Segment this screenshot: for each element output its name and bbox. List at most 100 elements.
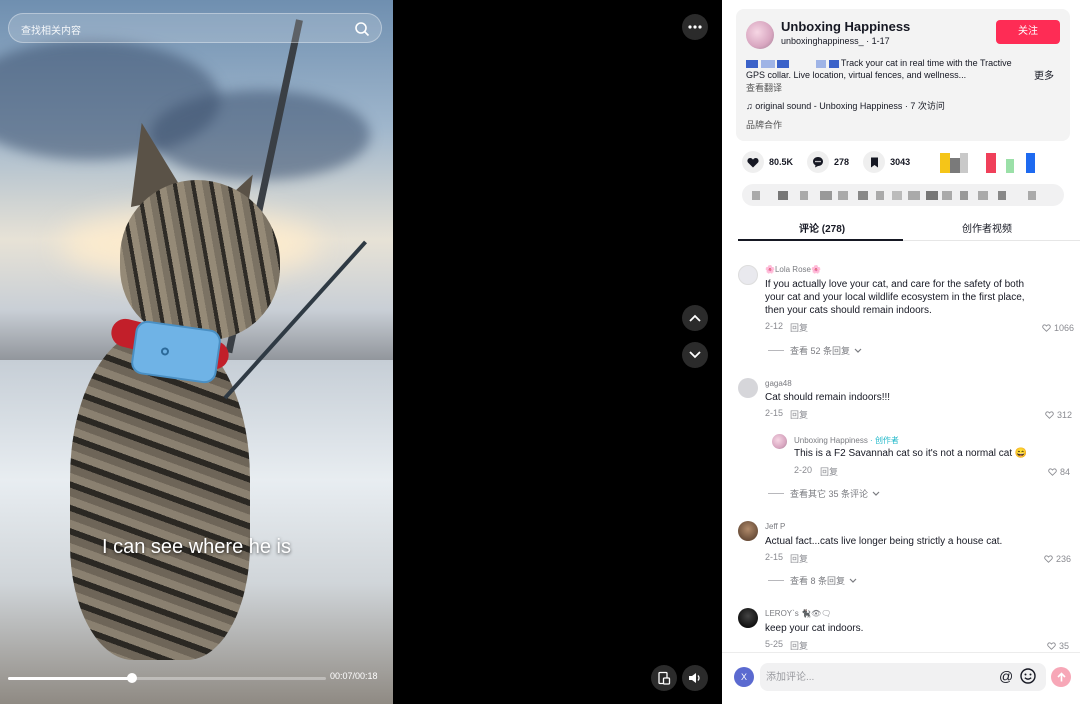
comment-button[interactable]: 278	[807, 151, 849, 173]
view-replies-label: 查看其它 35 条评论	[790, 489, 869, 499]
share-icon[interactable]	[960, 153, 968, 173]
video-search-box[interactable]: 查找相关内容	[8, 13, 382, 43]
comment-like-button[interactable]: 1066	[1042, 323, 1074, 333]
comment-like-button[interactable]: 312	[1045, 410, 1072, 420]
tab-comments[interactable]: 评论 (278)	[799, 220, 845, 235]
post-comment-button[interactable]	[1051, 667, 1071, 687]
like-count: 80.5K	[769, 157, 794, 167]
comment-like-button[interactable]: 236	[1044, 554, 1071, 564]
view-replies-link[interactable]: 查看 52 条回复	[768, 344, 862, 357]
redacted-link	[752, 191, 760, 200]
video-progress-bar[interactable]	[8, 673, 326, 683]
like-button[interactable]: 80.5K	[742, 151, 793, 173]
commenter-name[interactable]: LEROY`s 🐈‍⬛👁🗨	[765, 609, 831, 618]
comment-composer: X @	[722, 652, 1080, 704]
creator-badge: · 创作者	[867, 436, 899, 445]
redacted-hashtag	[746, 59, 758, 68]
creator-avatar[interactable]	[772, 434, 787, 449]
share-icons-strip[interactable]	[940, 153, 1040, 173]
share-icon[interactable]	[940, 153, 950, 173]
commenter-avatar[interactable]	[738, 608, 758, 628]
cloud	[150, 90, 370, 180]
heart-outline-icon	[1045, 411, 1054, 419]
share-icon[interactable]	[986, 153, 996, 173]
redacted-link	[960, 191, 968, 200]
mention-icon[interactable]: @	[999, 668, 1013, 684]
share-icon[interactable]	[950, 158, 960, 173]
picture-in-picture-button[interactable]	[651, 665, 677, 691]
view-replies-link[interactable]: 查看 8 条回复	[768, 574, 857, 587]
chevron-down-icon	[872, 491, 880, 496]
reply-button[interactable]: 回复	[790, 408, 808, 421]
commenter-avatar[interactable]	[738, 265, 758, 285]
comment-date: 2-15	[765, 408, 784, 418]
divider	[768, 493, 784, 494]
engagement-stats: 80.5K 278 3043	[742, 150, 924, 174]
chevron-down-icon	[689, 351, 701, 359]
chevron-up-icon	[689, 314, 701, 322]
view-replies-label: 查看 52 条回复	[790, 346, 851, 356]
redacted-link	[838, 191, 848, 200]
save-button[interactable]: 3043	[863, 151, 910, 173]
speaker-icon	[689, 673, 700, 683]
video-player[interactable]: 查找相关内容 I can see where he is 00:07/00:18	[0, 0, 393, 704]
divider	[768, 350, 784, 351]
commenter-name[interactable]: Jeff P	[765, 522, 785, 531]
previous-video-button[interactable]	[682, 305, 708, 331]
music-note-icon: ♫	[746, 101, 756, 111]
copy-link-bar[interactable]	[742, 184, 1064, 206]
follow-button[interactable]: 关注	[996, 20, 1060, 44]
chevron-down-icon	[849, 578, 857, 583]
reply-button[interactable]: 回复	[790, 552, 808, 565]
heart-outline-icon	[1042, 324, 1051, 332]
reply-button[interactable]: 回复	[790, 639, 808, 652]
tracker-button	[160, 346, 170, 356]
panel-tabs: 评论 (278) 创作者视频	[738, 214, 1080, 241]
next-video-button[interactable]	[682, 342, 708, 368]
comment-like-count: 35	[1059, 641, 1070, 651]
redacted-hashtag	[777, 59, 790, 68]
author-meta: unboxinghappiness_ · 1-17	[781, 36, 890, 46]
commenter-avatar[interactable]	[738, 378, 758, 398]
share-icon[interactable]	[1006, 159, 1014, 173]
commenter-avatar[interactable]	[738, 521, 758, 541]
reply-author-name: Unboxing Happiness	[794, 436, 868, 445]
details-panel: Unboxing Happiness unboxinghappiness_ · …	[722, 0, 1080, 704]
video-timecode: 00:07/00:18	[330, 671, 378, 681]
progress-handle[interactable]	[127, 673, 138, 683]
redacted-link	[892, 191, 902, 200]
redacted-link	[942, 191, 952, 200]
view-replies-label: 查看 8 条回复	[790, 576, 846, 586]
author-name[interactable]: Unboxing Happiness	[781, 19, 910, 34]
expand-description-link[interactable]: 更多	[1034, 67, 1054, 82]
reply-button[interactable]: 回复	[790, 321, 808, 334]
comment-count: 278	[834, 157, 850, 167]
arrow-up-icon	[1056, 672, 1066, 682]
commenter-name[interactable]: 🌸Lola Rose🌸	[765, 265, 821, 274]
heart-outline-icon	[1048, 468, 1057, 476]
cat-head	[120, 180, 280, 340]
comment-date: 2-12	[765, 321, 784, 331]
post-date: · 1-17	[863, 36, 890, 46]
author-handle[interactable]: unboxinghappiness_	[781, 36, 864, 46]
comment-date: 2-15	[765, 552, 784, 562]
reply-button[interactable]: 回复	[820, 465, 838, 478]
commenter-name[interactable]: gaga48	[765, 379, 792, 388]
sound-link[interactable]: ♫ original sound - Unboxing Happiness · …	[746, 99, 945, 112]
view-more-comments-link[interactable]: 查看其它 35 条评论	[768, 487, 880, 500]
cat-body	[70, 330, 250, 660]
reply-author[interactable]: Unboxing Happiness · 创作者	[794, 435, 899, 446]
tab-creator-videos[interactable]: 创作者视频	[962, 220, 1012, 235]
more-options-button[interactable]	[682, 14, 708, 40]
share-icon[interactable]	[1026, 153, 1035, 173]
reply-like-button[interactable]: 84	[1048, 467, 1070, 477]
emoji-icon[interactable]	[1020, 668, 1036, 684]
redacted-hashtag	[816, 59, 827, 68]
comment-like-button[interactable]: 35	[1047, 641, 1069, 651]
author-avatar[interactable]	[746, 21, 774, 49]
volume-button[interactable]	[682, 665, 708, 691]
search-icon[interactable]	[354, 21, 370, 37]
tiktok-video-page: 查找相关内容 I can see where he is 00:07/00:18…	[0, 0, 1080, 704]
translate-link[interactable]: 查看翻译	[746, 81, 782, 94]
video-caption: I can see where he is	[102, 536, 291, 558]
